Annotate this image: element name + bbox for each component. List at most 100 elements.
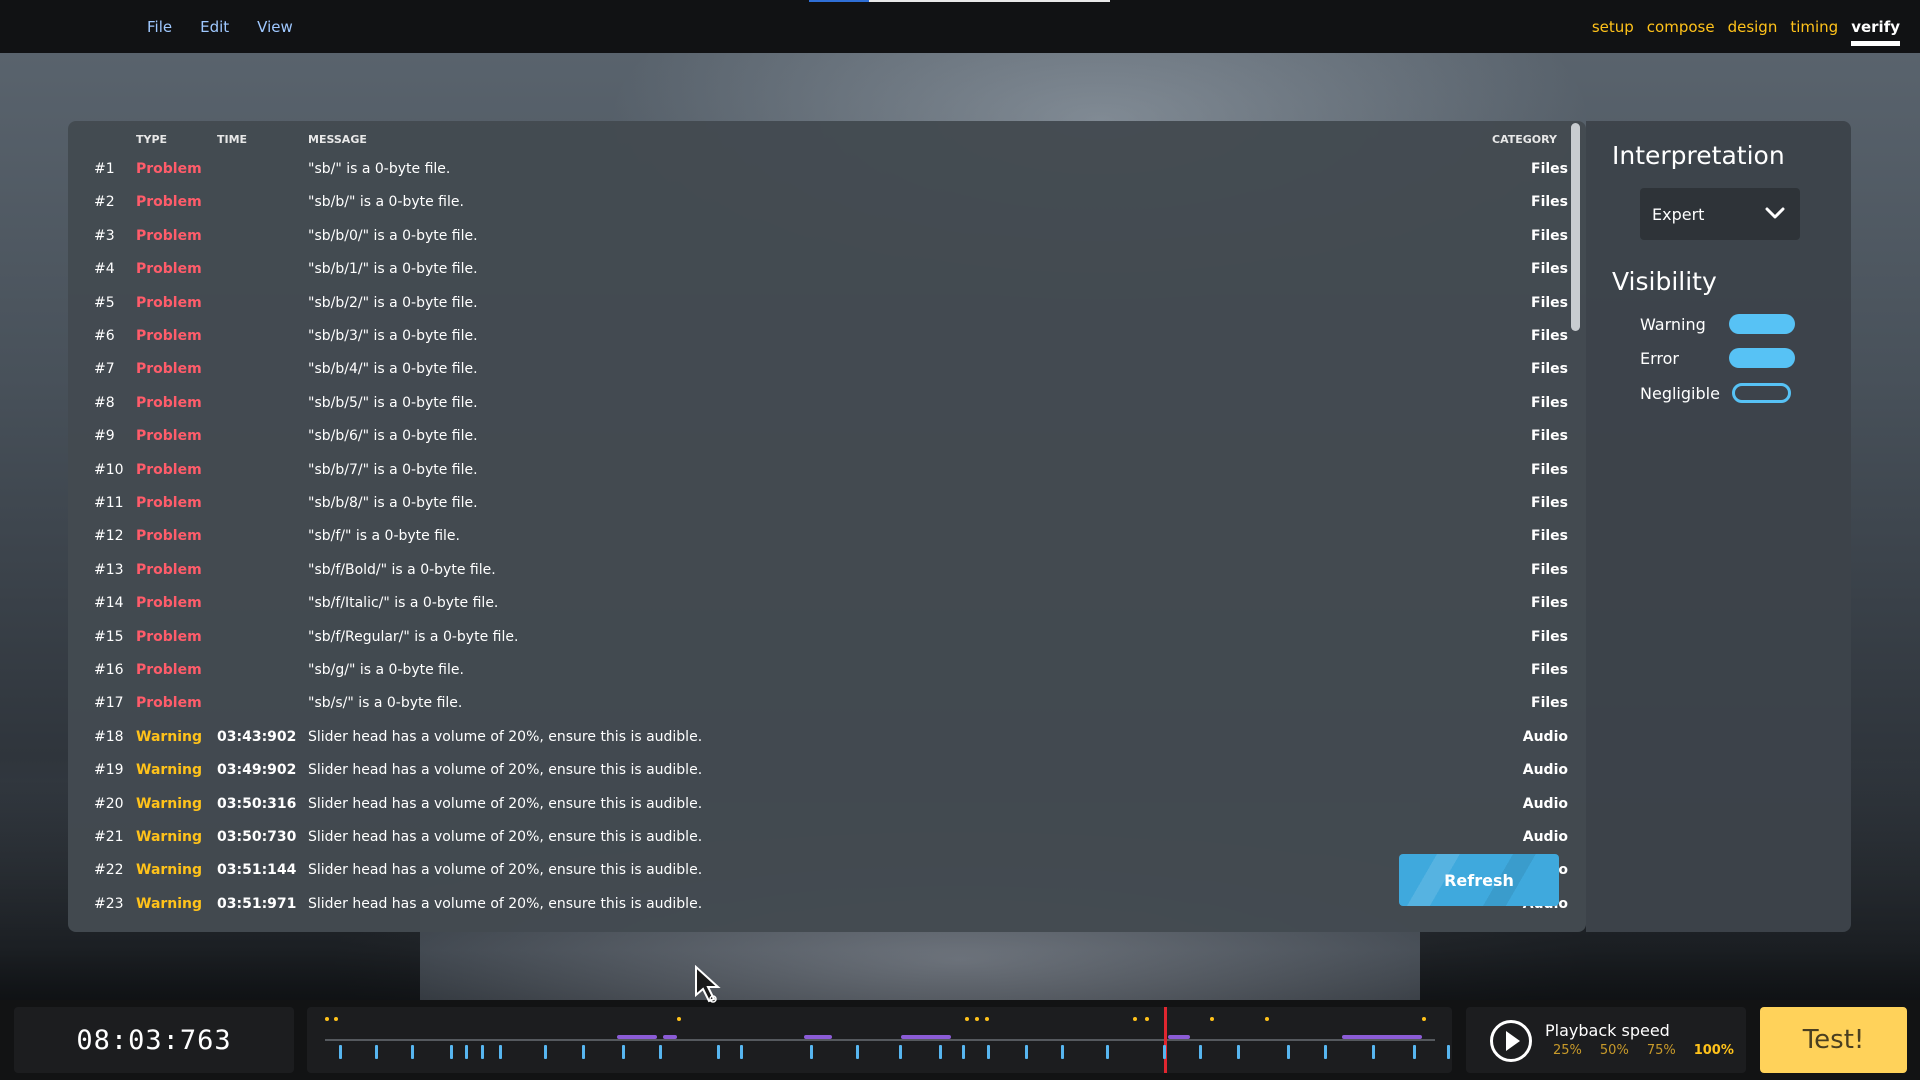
table-row[interactable]: #10 Problem "sb/b/7/" is a 0-byte file. Fil… <box>68 454 1568 487</box>
table-row[interactable]: #18 Warning 03:43:902 Slider head has a vol… <box>68 721 1568 754</box>
row-type: Problem <box>136 528 202 545</box>
table-row[interactable]: #19 Warning 03:49:902 Slider head has a vol… <box>68 754 1568 787</box>
visibility-warning-toggle[interactable] <box>1729 314 1795 334</box>
visibility-negligible-toggle[interactable] <box>1732 383 1791 403</box>
row-message: "sb/b/1/" is a 0-byte file. <box>308 261 478 278</box>
row-number: #15 <box>94 628 124 645</box>
table-row[interactable]: #9 Problem "sb/b/6/" is a 0-byte file. File… <box>68 420 1568 453</box>
table-row[interactable]: #17 Problem "sb/s/" is a 0-byte file. Files <box>68 687 1568 720</box>
table-row[interactable]: #11 Problem "sb/b/8/" is a 0-byte file. Fil… <box>68 487 1568 520</box>
timeline-object-tick <box>1447 1045 1450 1059</box>
timeline-object-tick <box>339 1045 342 1059</box>
row-type: Warning <box>136 829 203 845</box>
row-category: Files <box>1531 595 1568 612</box>
scrollbar-thumb[interactable] <box>1571 123 1580 331</box>
tab-setup[interactable]: setup <box>1592 18 1634 46</box>
table-row[interactable]: #4 Problem "sb/b/1/" is a 0-byte file. File… <box>68 253 1568 286</box>
timeline-bookmark-dot <box>1210 1017 1214 1021</box>
row-type: Warning <box>136 862 203 879</box>
speed-50[interactable]: 50% <box>1600 1043 1629 1058</box>
timeline-object-tick <box>962 1045 965 1059</box>
timeline-object-tick <box>1324 1045 1327 1059</box>
table-row[interactable]: #13 Problem "sb/f/Bold/" is a 0-byte file.… <box>68 554 1568 587</box>
timeline-bookmark-dot <box>325 1017 329 1021</box>
row-message: "sb/f/Bold/" is a 0-byte file. <box>308 561 496 578</box>
timeline-object-tick <box>987 1045 990 1059</box>
row-type: Warning <box>136 895 203 912</box>
row-type: Problem <box>136 495 202 511</box>
table-row[interactable]: #2 Problem "sb/b/" is a 0-byte file. Files <box>68 186 1568 219</box>
table-row[interactable]: #1 Problem "sb/" is a 0-byte file. Files <box>68 153 1568 186</box>
visibility-heading: Visibility <box>1612 267 1717 296</box>
timeline-object-tick <box>411 1045 414 1059</box>
table-row[interactable]: #7 Problem "sb/b/4/" is a 0-byte file. File… <box>68 353 1568 386</box>
table-row[interactable]: #22 Warning 03:51:144 Slider head has a vol… <box>68 854 1568 887</box>
menu-view[interactable]: View <box>257 18 293 36</box>
row-type: Problem <box>136 428 202 445</box>
row-number: #13 <box>94 561 124 578</box>
table-row[interactable]: #5 Problem "sb/b/2/" is a 0-byte file. File… <box>68 287 1568 320</box>
timeline-object-tick <box>856 1045 859 1059</box>
header-message: MESSAGE <box>308 133 367 146</box>
row-message: "sb/f/Italic/" is a 0-byte file. <box>308 595 499 612</box>
test-button[interactable]: Test! <box>1760 1007 1907 1073</box>
table-row[interactable]: #3 Problem "sb/b/0/" is a 0-byte file. File… <box>68 220 1568 253</box>
row-number: #4 <box>94 261 115 278</box>
row-category: Files <box>1531 561 1568 578</box>
row-number: #16 <box>94 662 124 678</box>
row-number: #19 <box>94 762 124 779</box>
table-row[interactable]: #15 Problem "sb/f/Regular/" is a 0-byte fi… <box>68 621 1568 654</box>
table-row[interactable]: #20 Warning 03:50:316 Slider head has a vol… <box>68 788 1568 821</box>
table-row[interactable]: #6 Problem "sb/b/3/" is a 0-byte file. File… <box>68 320 1568 353</box>
table-row[interactable]: #21 Warning 03:50:730 Slider head has a vol… <box>68 821 1568 854</box>
load-progress-track <box>869 0 1110 2</box>
play-icon[interactable] <box>1489 1019 1533 1063</box>
row-type: Problem <box>136 695 202 712</box>
row-number: #9 <box>94 428 115 445</box>
interpretation-selected: Expert <box>1652 205 1705 224</box>
row-number: #20 <box>94 795 124 812</box>
menu-edit[interactable]: Edit <box>200 18 229 36</box>
time-display: 08:03:763 <box>14 1007 294 1073</box>
timeline-object-tick <box>582 1045 585 1059</box>
row-time: 03:50:730 <box>217 829 297 845</box>
timeline-object-tick <box>1025 1045 1028 1059</box>
refresh-button[interactable]: Refresh <box>1399 854 1559 906</box>
tab-verify[interactable]: verify <box>1851 18 1900 46</box>
interpretation-dropdown[interactable]: Expert <box>1640 188 1800 240</box>
tab-design[interactable]: design <box>1728 18 1778 46</box>
row-time: 03:50:316 <box>217 795 297 812</box>
row-type: Problem <box>136 294 202 311</box>
timeline-bookmark-dot <box>1145 1017 1149 1021</box>
timeline-object-tick <box>1061 1045 1064 1059</box>
timeline-slider-span <box>1168 1035 1190 1039</box>
row-message: "sb/f/Regular/" is a 0-byte file. <box>308 628 519 645</box>
table-row[interactable]: #16 Problem "sb/g/" is a 0-byte file. Files <box>68 654 1568 687</box>
mode-tabs: setup compose design timing verify <box>1579 18 1900 46</box>
row-type: Problem <box>136 662 202 678</box>
row-number: #12 <box>94 528 124 545</box>
row-category: Files <box>1531 227 1568 244</box>
speed-100[interactable]: 100% <box>1694 1043 1734 1058</box>
table-row[interactable]: #14 Problem "sb/f/Italic/" is a 0-byte fil… <box>68 587 1568 620</box>
row-message: "sb/b/3/" is a 0-byte file. <box>308 328 478 344</box>
tab-compose[interactable]: compose <box>1647 18 1715 46</box>
speed-75[interactable]: 75% <box>1647 1043 1676 1058</box>
table-row[interactable]: #12 Problem "sb/f/" is a 0-byte file. Files <box>68 520 1568 553</box>
header-time: TIME <box>217 133 248 146</box>
timeline-bookmark-dot <box>975 1017 979 1021</box>
visibility-error-label: Error <box>1640 349 1679 368</box>
timeline-playhead[interactable] <box>1164 1007 1167 1073</box>
table-row[interactable]: #8 Problem "sb/b/5/" is a 0-byte file. File… <box>68 387 1568 420</box>
speed-25[interactable]: 25% <box>1553 1043 1582 1058</box>
issues-panel: TYPE TIME MESSAGE CATEGORY #1 Problem "sb/… <box>68 121 1586 932</box>
menu-file[interactable]: File <box>147 18 172 36</box>
row-number: #23 <box>94 895 124 912</box>
issues-scrollbar[interactable] <box>1568 121 1582 932</box>
row-number: #14 <box>94 595 124 612</box>
row-category: Files <box>1531 328 1568 344</box>
table-row[interactable]: #23 Warning 03:51:971 Slider head has a vol… <box>68 888 1568 921</box>
visibility-error-toggle[interactable] <box>1729 348 1795 368</box>
tab-timing[interactable]: timing <box>1790 18 1838 46</box>
timeline[interactable] <box>307 1007 1452 1073</box>
